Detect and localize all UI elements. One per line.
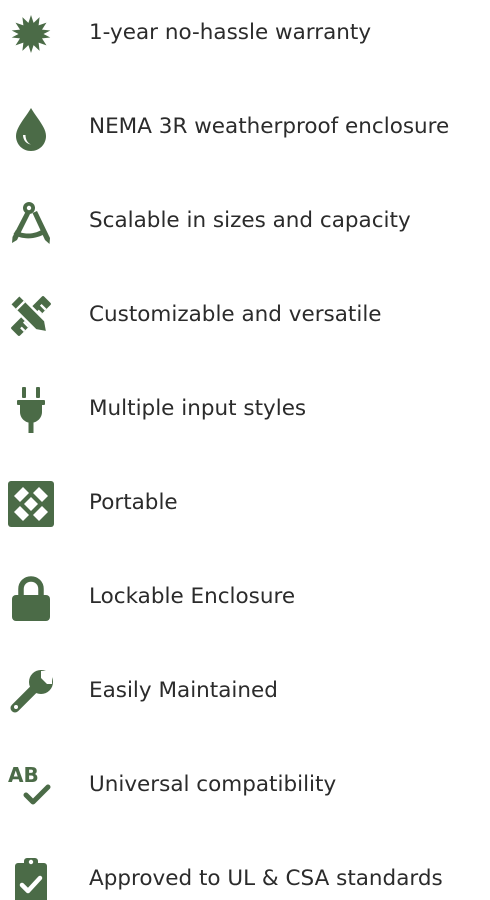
certificate-seal-icon bbox=[6, 9, 56, 59]
feature-item-compatibility: AB Universal compatibility bbox=[0, 755, 490, 815]
feature-item-scalable: Scalable in sizes and capacity bbox=[0, 191, 490, 251]
feature-label: Scalable in sizes and capacity bbox=[89, 208, 411, 233]
wrench-icon bbox=[6, 667, 56, 717]
feature-item-customizable: Customizable and versatile bbox=[0, 285, 490, 345]
compass-drafting-icon bbox=[6, 197, 56, 247]
feature-label: Multiple input styles bbox=[89, 396, 307, 421]
expand-arrows-icon bbox=[6, 479, 56, 529]
feature-item-maintained: Easily Maintained bbox=[0, 661, 490, 721]
feature-label: Lockable Enclosure bbox=[89, 584, 296, 609]
feature-label: Customizable and versatile bbox=[89, 302, 382, 327]
feature-label: Portable bbox=[89, 490, 178, 515]
power-plug-icon bbox=[6, 385, 56, 435]
feature-item-standards: Approved to UL & CSA standards bbox=[0, 849, 490, 900]
feature-item-input-styles: Multiple input styles bbox=[0, 379, 490, 439]
feature-item-warranty: 1-year no-hassle warranty bbox=[0, 3, 490, 63]
feature-label: Universal compatibility bbox=[89, 772, 337, 797]
water-drop-icon bbox=[6, 103, 56, 153]
feature-list: 1-year no-hassle warranty NEMA 3R weathe… bbox=[0, 0, 490, 900]
feature-item-lockable: Lockable Enclosure bbox=[0, 567, 490, 627]
svg-text:AB: AB bbox=[8, 763, 39, 787]
feature-label: 1-year no-hassle warranty bbox=[89, 20, 372, 45]
spell-check-icon: AB bbox=[6, 761, 56, 811]
feature-label: NEMA 3R weatherproof enclosure bbox=[89, 114, 450, 139]
pencil-ruler-icon bbox=[6, 291, 56, 341]
feature-item-weatherproof: NEMA 3R weatherproof enclosure bbox=[0, 97, 490, 157]
clipboard-check-icon bbox=[6, 855, 56, 900]
padlock-icon bbox=[6, 573, 56, 623]
feature-label: Easily Maintained bbox=[89, 678, 278, 703]
feature-label: Approved to UL & CSA standards bbox=[89, 866, 443, 891]
feature-item-portable: Portable bbox=[0, 473, 490, 533]
